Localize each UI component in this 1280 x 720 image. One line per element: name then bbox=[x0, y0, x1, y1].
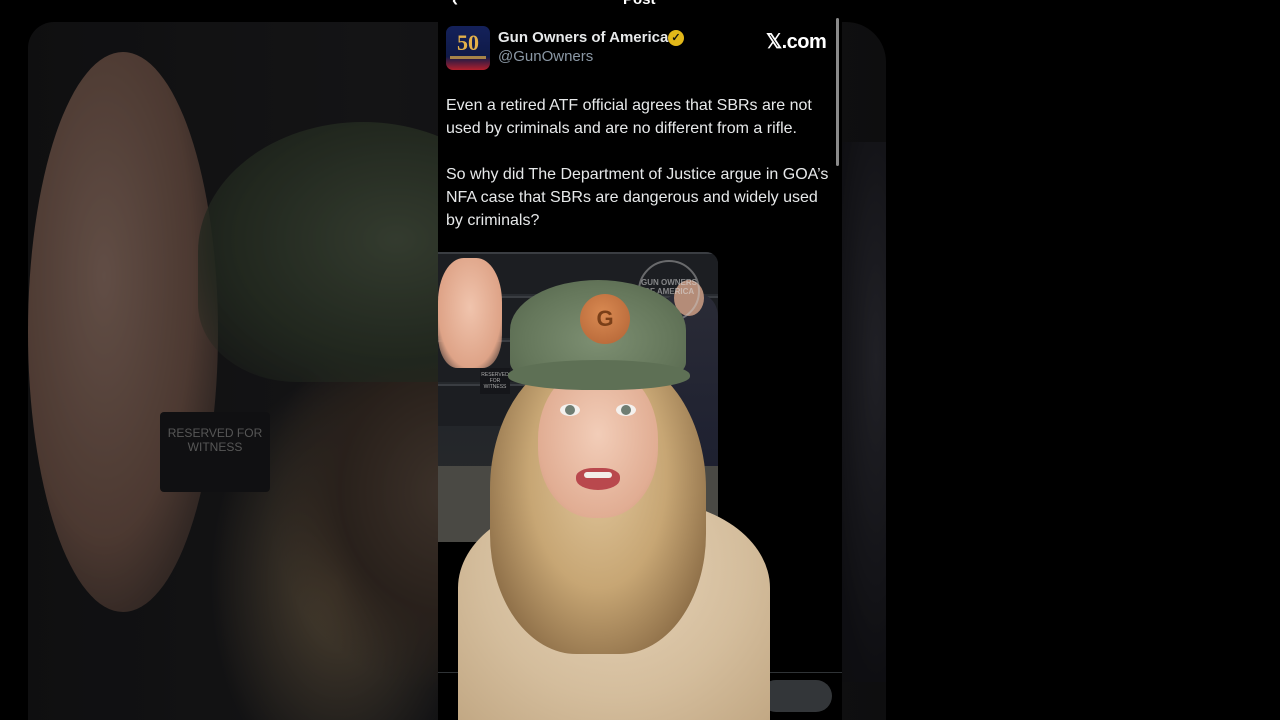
mouth bbox=[576, 468, 620, 490]
eye-left bbox=[560, 404, 580, 416]
avatar-logo-text: 50 bbox=[457, 30, 479, 55]
cap-patch: G bbox=[580, 294, 630, 344]
background-hand bbox=[28, 52, 218, 612]
post-header: ‹ Post bbox=[438, 0, 842, 11]
author-name[interactable]: Gun Owners of America bbox=[498, 29, 668, 46]
raised-hand bbox=[438, 258, 502, 368]
author-handle[interactable]: @GunOwners bbox=[498, 48, 593, 65]
cap-brim bbox=[508, 360, 690, 390]
avatar-logo-stripe bbox=[450, 56, 486, 59]
avatar[interactable]: 50 bbox=[446, 26, 490, 70]
video-frame: RESERVED FOR WITNESS ‹ Post 50 Gun Owner… bbox=[0, 0, 1280, 720]
presenter: G bbox=[438, 258, 770, 720]
arrow-left-icon[interactable]: ‹ bbox=[452, 0, 458, 11]
scrollbar[interactable] bbox=[836, 18, 839, 166]
x-logo: 𝕏.com bbox=[766, 31, 827, 53]
verified-badge-icon: ✓ bbox=[668, 30, 684, 46]
background-sign: RESERVED FOR WITNESS bbox=[160, 412, 270, 492]
reply-button[interactable] bbox=[760, 680, 832, 712]
post-text: Even a retired ATF official agrees that … bbox=[446, 94, 836, 255]
post-paragraph: So why did The Department of Justice arg… bbox=[446, 166, 829, 229]
page-title: Post bbox=[623, 0, 656, 8]
post-paragraph: Even a retired ATF official agrees that … bbox=[446, 97, 812, 137]
eye-right bbox=[616, 404, 636, 416]
